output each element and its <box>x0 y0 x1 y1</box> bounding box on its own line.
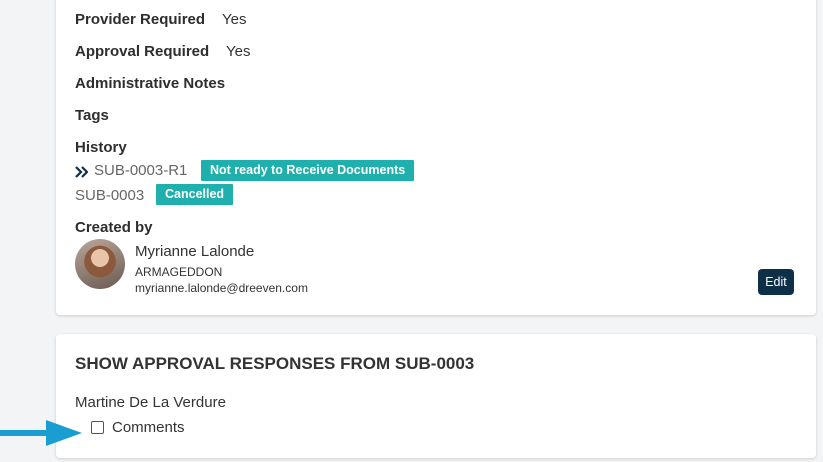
comments-toggle[interactable]: Comments <box>91 417 185 437</box>
comments-label: Comments <box>112 418 185 436</box>
creator-name: Myrianne Lalonde <box>135 243 255 260</box>
status-badge: Not ready to Receive Documents <box>201 160 415 181</box>
administrative-notes-label: Administrative Notes <box>75 75 226 92</box>
tags-label: Tags <box>75 107 109 124</box>
approval-section-title[interactable]: SHOW APPROVAL RESPONSES FROM SUB-0003 <box>75 354 474 374</box>
approval-responses-card: SHOW APPROVAL RESPONSES FROM SUB-0003 Ma… <box>56 334 816 458</box>
avatar <box>75 239 125 289</box>
creator-email: myrianne.lalonde@dreeven.com <box>135 281 308 295</box>
approval-required-label: Approval Required <box>75 43 210 60</box>
history-item-id[interactable]: SUB-0003 <box>75 187 144 204</box>
approver-name: Martine De La Verdure <box>75 394 226 411</box>
arrow-right-icon <box>0 416 84 455</box>
history-label: History <box>75 139 127 156</box>
provider-required-label: Provider Required <box>75 11 206 28</box>
creator-organization: ARMAGEDDON <box>135 265 223 279</box>
status-badge: Cancelled <box>156 184 234 205</box>
history-item-id[interactable]: SUB-0003-R1 <box>94 162 187 179</box>
approval-required-value: Yes <box>226 43 251 60</box>
created-by-label: Created by <box>75 219 153 236</box>
provider-required-value: Yes <box>222 11 247 28</box>
comments-checkbox[interactable] <box>91 420 104 434</box>
double-chevron-right-icon <box>75 165 89 183</box>
edit-button[interactable]: Edit <box>758 269 794 295</box>
submission-details-card: Provider Required Yes Approval Required … <box>56 0 816 315</box>
